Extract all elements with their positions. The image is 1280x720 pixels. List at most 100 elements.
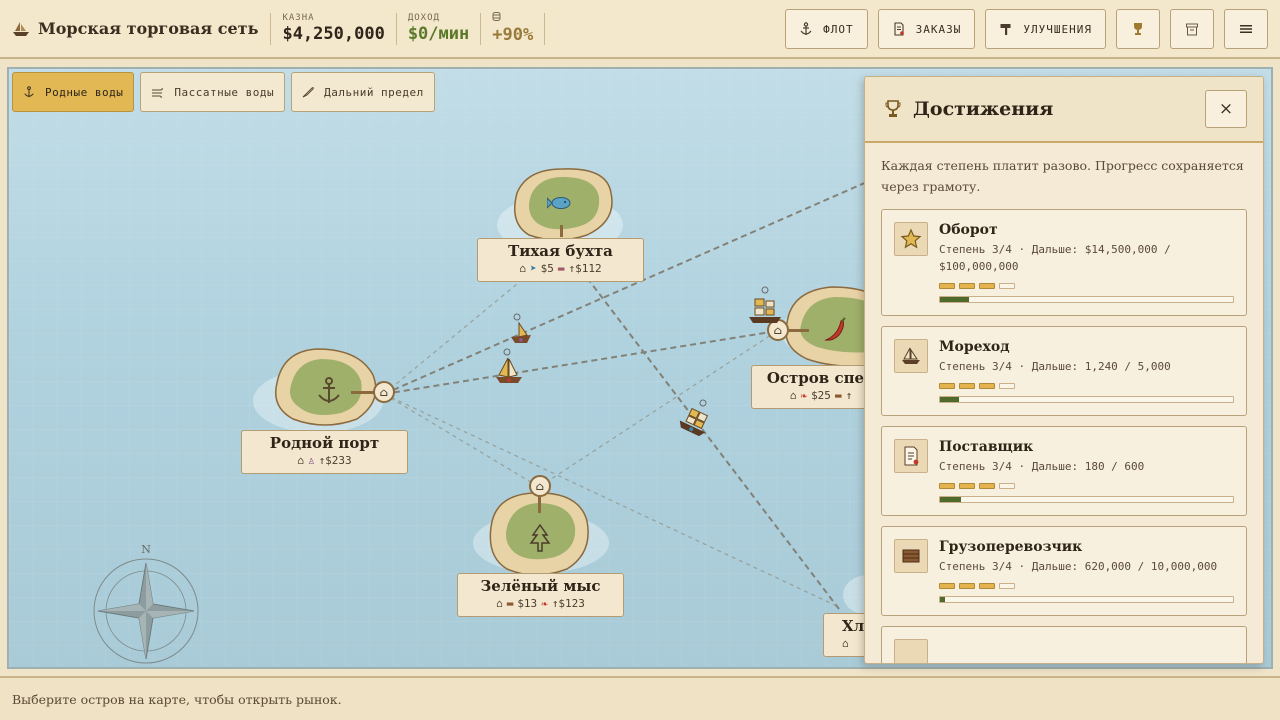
feather-icon [302, 87, 314, 98]
island-green-cape[interactable]: ⌂ Зелёный мыс ⌂ ▬ $13 ❧ ↑$123 [457, 473, 627, 623]
tier-pip [939, 483, 955, 489]
achievement-progress: Степень 3/4 · Дальше: 620,000 / 10,000,0… [939, 560, 1218, 573]
warehouse-icon: ⌂ [379, 385, 389, 399]
ship-merchant[interactable] [675, 397, 715, 441]
achievements-button[interactable] [1116, 9, 1160, 49]
achievement-card[interactable]: Поставщик Степень 3/4 · Дальше: 180 / 60… [881, 426, 1247, 516]
warehouse-icon: ⌂ [535, 479, 545, 493]
island-name: Зелёный мыс [480, 577, 601, 595]
achievement-card[interactable]: Грузоперевозчик Степень 3/4 · Дальше: 62… [881, 526, 1247, 616]
region-tabs: Родные воды Пассатные воды Дальний преде… [12, 72, 435, 112]
compass-rose: N [93, 543, 199, 664]
panel-description: Каждая степень платит разово. Прогресс с… [881, 158, 1244, 194]
tier-pip-empty [999, 583, 1015, 589]
warehouse-icon: ⌂ [496, 597, 503, 610]
trophy-icon [1134, 23, 1142, 35]
island-label[interactable]: Родной порт ⌂ ♙ ↑$233 [241, 430, 408, 474]
tier-pip-empty [999, 483, 1015, 489]
pier [560, 225, 563, 237]
island-name: Тихая бухта [508, 242, 613, 260]
spice-price: ↑$123 [551, 597, 585, 610]
island-name: Родной порт [269, 434, 380, 452]
status-bar: Выберите остров на карте, чтобы открыть … [0, 676, 1280, 720]
region-tab-trade-winds[interactable]: Пассатные воды [140, 72, 286, 112]
compass-north: N [141, 543, 151, 556]
menu-button[interactable] [1224, 9, 1268, 49]
treasury-stat: КАЗНА $4,250,000 [270, 12, 395, 45]
island-label[interactable]: Тихая бухта ⌂ ➤ $5 ▬ ↑$112 [477, 238, 644, 282]
star-icon [900, 228, 922, 249]
upgrades-label: УЛУЧШЕНИЯ [1023, 22, 1092, 36]
tier-pip [939, 583, 955, 589]
region-tab-label: Родные воды [45, 85, 124, 99]
achievement-name: Грузоперевозчик [939, 539, 1083, 555]
port-pin[interactable]: ⌂ [529, 475, 551, 497]
chili-icon: ❧ [541, 597, 548, 610]
bonus-label [492, 12, 533, 24]
upgrades-button[interactable]: УЛУЧШЕНИЯ [985, 9, 1106, 49]
anchor-icon [24, 86, 34, 98]
archive-button[interactable] [1170, 9, 1214, 49]
region-tab-home-waters[interactable]: Родные воды [12, 72, 135, 112]
cloth-icon: ▬ [557, 262, 565, 275]
tier-pips [939, 283, 1234, 289]
ach-icon-box [894, 339, 928, 373]
wood-price: $13 [517, 597, 538, 610]
tier-pip-empty [999, 383, 1015, 389]
tier-pips [939, 483, 1234, 489]
progress-bar [939, 396, 1234, 403]
tier-pips [939, 383, 1234, 389]
log-icon: ▬ [506, 597, 514, 610]
ach-icon-box [894, 439, 928, 473]
progress-fill [940, 297, 970, 302]
tier-pip [979, 483, 995, 489]
achievements-list[interactable]: Оборот Степень 3/4 · Дальше: $14,500,000… [865, 197, 1263, 663]
region-tab-label: Пассатные воды [174, 85, 275, 99]
achievements-panel: Достижения × Каждая степень платит разов… [864, 76, 1264, 664]
ship-galleon[interactable] [493, 347, 525, 385]
ach-icon-box [894, 539, 928, 573]
achievement-card[interactable]: Мореход Степень 3/4 · Дальше: 1,240 / 5,… [881, 326, 1247, 416]
tier-pip [939, 283, 955, 289]
tier-pip [979, 583, 995, 589]
region-tab-far-reach[interactable]: Дальний предел [291, 72, 435, 112]
island-quiet-bay[interactable]: Тихая бухта ⌂ ➤ $5 ▬ ↑$112 [477, 165, 647, 355]
warehouse-icon: ⌂ [789, 389, 797, 402]
ach-icon-box [894, 222, 928, 256]
tier-pip [959, 483, 975, 489]
anchor-icon [318, 377, 340, 403]
ship-sloop[interactable] [507, 313, 535, 345]
bonus-value: +90% [492, 25, 534, 45]
income-label: ДОХОД [407, 13, 440, 23]
achievement-card[interactable] [881, 626, 1247, 663]
top-actions: ФЛОТ ЗАКАЗЫ УЛУЧШЕНИЯ [785, 9, 1268, 49]
progress-fill [940, 397, 960, 402]
panel-header: Достижения × [865, 77, 1263, 143]
warehouse-icon: ⌂ [842, 637, 849, 650]
orders-button[interactable]: ЗАКАЗЫ [877, 9, 976, 49]
app-title: Морская торговая сеть [38, 19, 259, 38]
chili-icon: ❧ [800, 389, 808, 402]
hammer-icon [1000, 24, 1011, 35]
fleet-button[interactable]: ФЛОТ [785, 9, 868, 49]
ship-brig[interactable] [747, 285, 783, 329]
tier-pip [979, 383, 995, 389]
tier-pip [939, 383, 955, 389]
document-icon [904, 446, 919, 466]
island-home-port[interactable]: ⌂ Родной порт ⌂ ♙ ↑$233 [241, 345, 411, 475]
progress-bar [939, 496, 1234, 503]
barrel-icon [492, 12, 501, 21]
wind-icon [152, 87, 164, 98]
achievement-name: Оборот [939, 222, 998, 238]
income-stat: ДОХОД $0/мин [395, 12, 480, 45]
log-icon: ▬ [834, 389, 842, 402]
chili-icon [824, 317, 846, 341]
close-button[interactable]: × [1205, 90, 1247, 128]
island-label[interactable]: Зелёный мыс ⌂ ▬ $13 ❧ ↑$123 [457, 573, 624, 617]
port-pin[interactable]: ⌂ [373, 381, 395, 403]
warehouse-icon: ⌂ [519, 262, 526, 275]
document-icon [894, 22, 904, 36]
tier-pip-empty [999, 283, 1015, 289]
panel-title: Достижения [913, 98, 1054, 120]
achievement-card[interactable]: Оборот Степень 3/4 · Дальше: $14,500,000… [881, 209, 1247, 316]
